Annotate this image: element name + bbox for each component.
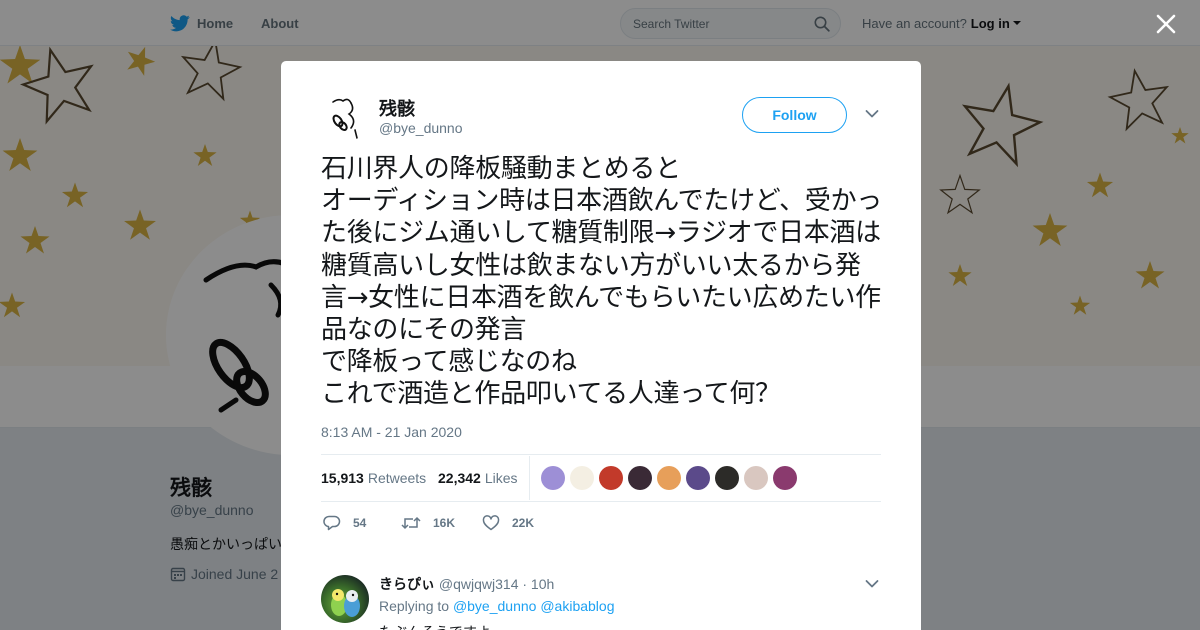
- liker-avatar[interactable]: [657, 466, 681, 490]
- reply-text: たぶんそうですよ: [379, 622, 491, 630]
- replying-to: Replying to @bye_dunno @akibablog: [379, 598, 615, 614]
- retweet-button[interactable]: 16K: [401, 509, 455, 537]
- liker-avatar[interactable]: [773, 466, 797, 490]
- retweets-stat[interactable]: 15,913 Retweets: [321, 455, 426, 501]
- tweet-timestamp[interactable]: 8:13 AM - 21 Jan 2020: [321, 424, 462, 440]
- heart-icon: [482, 515, 500, 531]
- reply-button[interactable]: 54: [323, 509, 366, 537]
- author-avatar-drawing: [332, 98, 358, 139]
- replying-to-label: Replying to: [379, 598, 450, 614]
- stats-divider: [529, 456, 530, 500]
- tweet-actions: 54 16K 22K: [321, 509, 881, 537]
- like-count: 22K: [512, 516, 535, 530]
- retweets-label: Retweets: [367, 470, 427, 486]
- reply-chevron-down-icon[interactable]: [865, 579, 879, 589]
- liker-avatars: [541, 466, 802, 490]
- liker-avatar[interactable]: [744, 466, 768, 490]
- liker-avatar[interactable]: [541, 466, 565, 490]
- close-icon[interactable]: [1154, 12, 1178, 36]
- retweet-count: 16K: [433, 516, 456, 530]
- reply-icon: [323, 515, 341, 531]
- tweet-stats: 15,913 Retweets 22,342 Likes: [321, 454, 881, 502]
- likes-stat[interactable]: 22,342 Likes: [438, 455, 518, 501]
- likes-count: 22,342: [438, 470, 481, 486]
- retweet-icon: [401, 516, 421, 530]
- tweet-author-name[interactable]: 残骸: [379, 95, 415, 121]
- mention-link[interactable]: @bye_dunno: [453, 598, 537, 614]
- reply-author-handle[interactable]: @qwjqwj314: [439, 576, 519, 592]
- liker-avatar[interactable]: [628, 466, 652, 490]
- budgie-avatar-image: [331, 589, 360, 617]
- reply-count: 54: [353, 516, 367, 530]
- reply-author-name[interactable]: きらぴぃ: [379, 576, 435, 592]
- liker-avatar[interactable]: [715, 466, 739, 490]
- reply-time[interactable]: · 10h: [522, 576, 554, 592]
- likes-label: Likes: [484, 470, 518, 486]
- tweet-author-avatar[interactable]: [321, 94, 369, 142]
- reply-author-avatar[interactable]: [321, 575, 369, 623]
- follow-button[interactable]: Follow: [742, 97, 847, 133]
- liker-avatar[interactable]: [570, 466, 594, 490]
- tweet-text: 石川界人の降板騒動まとめると オーディション時は日本酒飲んでたけど、受かった後に…: [321, 154, 882, 410]
- reply-header: きらぴぃ @qwjqwj314 · 10h: [379, 574, 554, 594]
- tweet-author-handle[interactable]: @bye_dunno: [379, 120, 463, 136]
- liker-avatar[interactable]: [599, 466, 623, 490]
- liker-avatar[interactable]: [686, 466, 710, 490]
- mention-link[interactable]: @akibablog: [540, 598, 614, 614]
- chevron-down-icon[interactable]: [865, 109, 879, 119]
- like-button[interactable]: 22K: [482, 509, 534, 537]
- retweets-count: 15,913: [321, 470, 364, 486]
- tweet-modal: 残骸 @bye_dunno Follow 石川界人の降板騒動まとめると オーディ…: [281, 61, 921, 630]
